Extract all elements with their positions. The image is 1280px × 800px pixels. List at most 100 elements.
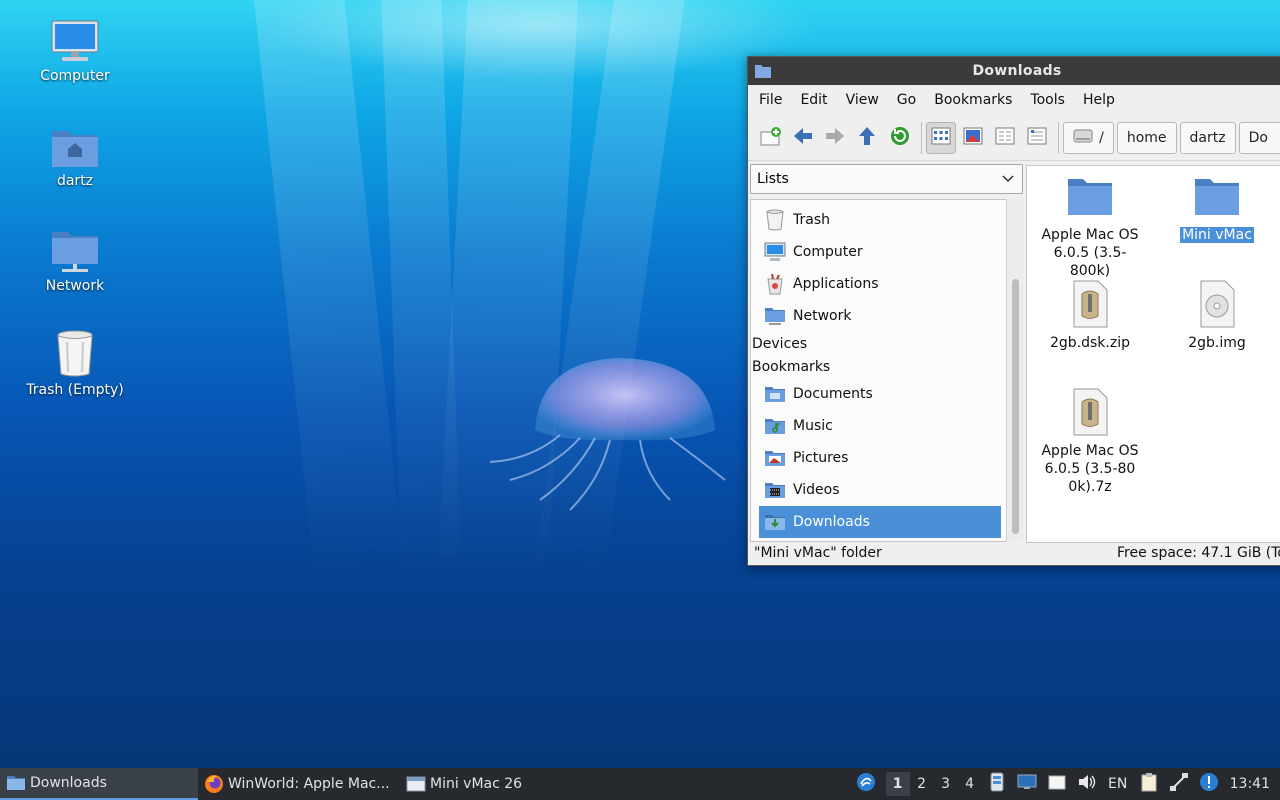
- desktop-icon-computer[interactable]: Computer: [14, 14, 136, 84]
- path-button-home[interactable]: home: [1116, 121, 1177, 154]
- devices-header[interactable]: Devices: [751, 332, 1006, 355]
- file-manager-window[interactable]: Downloads File Edit View Go Bookmarks To…: [747, 56, 1280, 566]
- reload-button[interactable]: [885, 122, 915, 154]
- desktop-icon-home[interactable]: dartz: [14, 119, 136, 189]
- workspace-4[interactable]: 4: [958, 776, 982, 792]
- up-button[interactable]: [852, 122, 882, 154]
- menu-edit[interactable]: Edit: [791, 92, 836, 108]
- workspace-2[interactable]: 2: [910, 776, 934, 792]
- tray-screen[interactable]: [1012, 774, 1042, 794]
- sidebar-item-label: Downloads: [793, 514, 870, 530]
- menu-tools[interactable]: Tools: [1021, 92, 1074, 108]
- drive-icon: [1073, 128, 1093, 148]
- file-item[interactable]: Apple Mac OS 6.0.5 (3.5-800k): [1027, 172, 1153, 280]
- window-title: Downloads: [972, 63, 1062, 79]
- desktop-icon-label: Trash (Empty): [26, 382, 124, 398]
- folder-icon: [1193, 172, 1241, 220]
- sidebar-item-music[interactable]: Music: [751, 410, 1006, 442]
- path-label: /: [1099, 129, 1104, 146]
- path-label: home: [1126, 129, 1167, 146]
- tray-alert[interactable]: [1194, 772, 1224, 796]
- tray-keyboard-layout[interactable]: EN: [1102, 776, 1134, 792]
- file-item-label: Apple Mac OS 6.0.5 (3.5-800k).7z: [1041, 443, 1139, 495]
- path-button-root[interactable]: /: [1063, 121, 1114, 154]
- workspace-1[interactable]: 1: [885, 772, 910, 796]
- file-item[interactable]: 2gb.dsk.zip: [1027, 280, 1153, 352]
- file-item-label: 2gb.dsk.zip: [1050, 335, 1130, 351]
- downloads-folder-icon: [763, 511, 787, 533]
- sidebar-item-applications[interactable]: Applications: [751, 268, 1006, 300]
- tray-updates[interactable]: [982, 772, 1012, 796]
- sidebar-item-documents[interactable]: Documents: [751, 378, 1006, 410]
- trash-icon: [47, 328, 103, 378]
- icon-view-button[interactable]: [925, 121, 956, 154]
- firefox-icon: [204, 774, 224, 794]
- places-tree: Trash Computer Applications Network Devi…: [750, 199, 1006, 542]
- tray-network[interactable]: [1164, 772, 1194, 796]
- detailed-list-view-button[interactable]: [1022, 122, 1052, 154]
- file-view: Apple Mac OS 6.0.5 (3.5-800k) Mini vMac …: [1026, 165, 1280, 543]
- taskbar-item-mini-vmac[interactable]: Mini vMac 26: [400, 768, 530, 800]
- window-icon: [406, 774, 426, 794]
- file-item[interactable]: 2gb.img: [1154, 280, 1280, 352]
- side-panel-scrollbar[interactable]: [1006, 199, 1023, 542]
- desktop-icon-label: Computer: [40, 68, 110, 84]
- sidebar-item-trash[interactable]: Trash: [751, 204, 1006, 236]
- path-button-dartz[interactable]: dartz: [1179, 121, 1236, 154]
- sidebar-item-network[interactable]: Network: [751, 300, 1006, 332]
- chevron-down-icon: [1002, 171, 1014, 187]
- alert-icon: [1199, 772, 1219, 796]
- back-button[interactable]: [788, 122, 818, 154]
- new-folder-button[interactable]: [756, 122, 786, 154]
- menu-bar: File Edit View Go Bookmarks Tools Help: [748, 85, 1280, 115]
- menu-help[interactable]: Help: [1074, 92, 1124, 108]
- forward-button[interactable]: [820, 122, 850, 154]
- keyboard-layout-text: EN: [1107, 776, 1128, 792]
- compact-view-button[interactable]: [990, 122, 1020, 154]
- path-button-downloads[interactable]: Do: [1238, 121, 1280, 154]
- side-panel-mode-select[interactable]: Lists: [750, 164, 1023, 194]
- menu-file[interactable]: File: [750, 92, 791, 108]
- file-item-label: Apple Mac OS 6.0.5 (3.5-800k): [1041, 227, 1139, 279]
- system-tray: 1 2 3 4 EN 13:41: [846, 768, 1280, 800]
- tray-volume[interactable]: [1072, 773, 1102, 795]
- sidebar-item-downloads[interactable]: Downloads: [759, 506, 1001, 538]
- back-arrow-icon: [792, 126, 814, 150]
- sidebar-item-label: Documents: [793, 386, 873, 402]
- tray-notes[interactable]: [1134, 772, 1164, 796]
- status-free-space: Free space: 47.1 GiB (To: [1116, 545, 1280, 561]
- icon-view-icon: [931, 127, 951, 149]
- archive-icon: [1066, 280, 1114, 328]
- music-folder-icon: [763, 415, 787, 437]
- file-item[interactable]: Apple Mac OS 6.0.5 (3.5-800k).7z: [1027, 388, 1153, 496]
- sidebar-item-computer[interactable]: Computer: [751, 236, 1006, 268]
- sidebar-item-label: Music: [793, 418, 833, 434]
- file-item-selected[interactable]: Mini vMac: [1154, 172, 1280, 244]
- sidebar-item-pictures[interactable]: Pictures: [751, 442, 1006, 474]
- forward-arrow-icon: [824, 126, 846, 150]
- archive-icon: [1066, 388, 1114, 436]
- app-menu-button[interactable]: [846, 772, 886, 796]
- bookmarks-header[interactable]: Bookmarks: [751, 355, 1006, 378]
- sidebar-item-videos[interactable]: Videos: [751, 474, 1006, 506]
- desktop-icon-network[interactable]: Network: [14, 224, 136, 294]
- menu-bookmarks[interactable]: Bookmarks: [925, 92, 1021, 108]
- workspace-3[interactable]: 3: [934, 776, 958, 792]
- taskbar-item-firefox[interactable]: WinWorld: Apple Mac...: [198, 768, 400, 800]
- desktop-icon-trash[interactable]: Trash (Empty): [14, 328, 136, 398]
- taskbar-item-downloads[interactable]: Downloads: [0, 768, 198, 800]
- desktop-icon-label: Network: [45, 278, 105, 294]
- menu-view[interactable]: View: [837, 92, 888, 108]
- tray-clipboard[interactable]: [1042, 774, 1072, 794]
- side-panel-mode-value: Lists: [757, 171, 789, 187]
- path-label: dartz: [1189, 129, 1226, 146]
- network-folder-icon: [47, 224, 103, 274]
- computer-icon: [47, 14, 103, 64]
- scrollbar-thumb[interactable]: [1012, 279, 1019, 534]
- new-folder-icon: [759, 125, 783, 151]
- thumbnail-view-button[interactable]: [958, 122, 988, 154]
- clock[interactable]: 13:41: [1224, 776, 1280, 792]
- computer-icon: [763, 241, 787, 263]
- menu-go[interactable]: Go: [888, 92, 925, 108]
- window-titlebar[interactable]: Downloads: [748, 57, 1280, 85]
